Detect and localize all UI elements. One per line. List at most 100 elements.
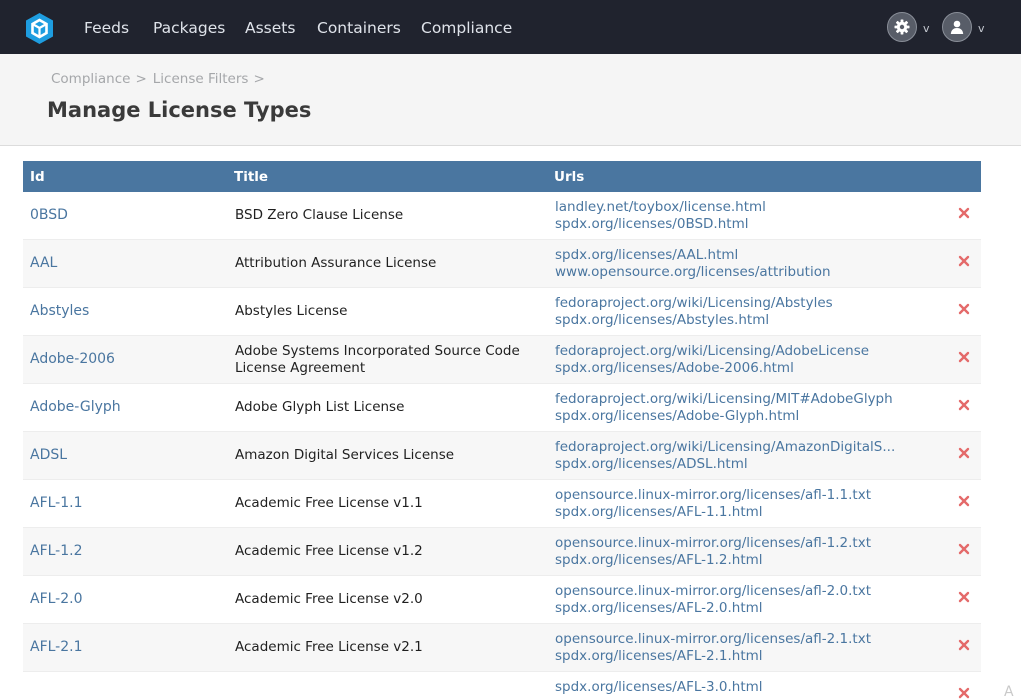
license-title: Attribution Assurance License <box>235 255 437 271</box>
license-url-link[interactable]: spdx.org/licenses/ADSL.html <box>555 456 935 473</box>
table-row: Abstyles Abstyles License fedoraproject.or… <box>23 288 981 336</box>
license-urls: opensource.linux-mirror.org/licenses/afl… <box>555 535 935 569</box>
table-row: 0BSD BSD Zero Clause License landley.net/t… <box>23 192 981 240</box>
license-urls: opensource.linux-mirror.org/licenses/afl… <box>555 583 935 617</box>
delete-icon[interactable] <box>957 590 971 604</box>
license-url-link[interactable]: spdx.org/licenses/Adobe-2006.html <box>555 360 935 377</box>
license-url-link[interactable]: spdx.org/licenses/Abstyles.html <box>555 312 935 329</box>
license-urls: fedoraproject.org/wiki/Licensing/AdobeLi… <box>555 343 935 377</box>
license-title: Adobe Glyph List License <box>235 399 405 415</box>
license-url-link[interactable]: opensource.linux-mirror.org/licenses/afl… <box>555 583 935 600</box>
license-url-link[interactable]: opensource.linux-mirror.org/licenses/afl… <box>555 535 935 552</box>
license-url-link[interactable]: fedoraproject.org/wiki/Licensing/AdobeLi… <box>555 343 935 360</box>
license-url-link[interactable]: opensource.linux-mirror.org/licenses/afl… <box>555 631 935 648</box>
license-id-link[interactable]: ADSL <box>30 447 67 463</box>
license-urls: fedoraproject.org/wiki/Licensing/Abstyle… <box>555 295 935 329</box>
license-urls: opensource.linux-mirror.org/licenses/afl… <box>555 487 935 521</box>
license-id-link[interactable]: AFL-1.2 <box>30 543 83 559</box>
table-row: ADSL Amazon Digital Services License fedor… <box>23 432 981 480</box>
breadcrumb-compliance[interactable]: Compliance <box>51 71 130 87</box>
license-id-link[interactable]: AFL-2.0 <box>30 591 83 607</box>
nav-containers[interactable]: Containers <box>317 18 401 38</box>
delete-icon[interactable] <box>957 446 971 460</box>
license-title: BSD Zero Clause License <box>235 207 404 223</box>
table-row: spdx.org/licenses/AFL-3.0.html <box>23 672 981 699</box>
license-url-link[interactable]: fedoraproject.org/wiki/Licensing/AmazonD… <box>555 439 935 456</box>
license-title: Amazon Digital Services License <box>235 447 455 463</box>
table-row: AAL Attribution Assurance License spdx.org… <box>23 240 981 288</box>
settings-menu-button[interactable] <box>887 12 917 42</box>
license-urls: landley.net/toybox/license.html spdx.org/… <box>555 199 935 233</box>
license-title: Academic Free License v2.1 <box>235 639 423 655</box>
table-row: AFL-2.1 Academic Free License v2.1 opensou… <box>23 624 981 672</box>
license-urls: spdx.org/licenses/AAL.html www.opensource… <box>555 247 935 281</box>
license-title: Abstyles License <box>235 303 348 319</box>
license-url-link[interactable]: opensource.linux-mirror.org/licenses/afl… <box>555 487 935 504</box>
delete-icon[interactable] <box>957 398 971 412</box>
table-row: Adobe-2006 Adobe Systems Incorporated Sou… <box>23 336 981 384</box>
table-row: Adobe-Glyph Adobe Glyph List License fedor… <box>23 384 981 432</box>
delete-icon[interactable] <box>957 206 971 220</box>
delete-icon[interactable] <box>957 542 971 556</box>
license-id-link[interactable]: AFL-1.1 <box>30 495 83 511</box>
license-types-table: Id Title Urls 0BSD BSD Zero Clause Licens… <box>23 161 981 699</box>
license-url-link[interactable]: landley.net/toybox/license.html <box>555 199 935 216</box>
column-header-title[interactable]: Title <box>234 169 268 185</box>
column-header-id[interactable]: Id <box>30 169 45 185</box>
delete-icon[interactable] <box>957 254 971 268</box>
table-row: AFL-1.1 Academic Free License v1.1 opensou… <box>23 480 981 528</box>
license-urls: fedoraproject.org/wiki/Licensing/MIT#Ado… <box>555 391 935 425</box>
license-id-link[interactable]: Adobe-2006 <box>30 351 115 367</box>
delete-icon[interactable] <box>957 686 971 699</box>
breadcrumb-separator: > <box>253 71 265 87</box>
table-row: AFL-1.2 Academic Free License v1.2 opensou… <box>23 528 981 576</box>
nav-compliance[interactable]: Compliance <box>421 18 512 38</box>
license-urls: spdx.org/licenses/AFL-3.0.html <box>555 679 935 696</box>
license-url-link[interactable]: www.opensource.org/licenses/attribution <box>555 264 935 281</box>
license-url-link[interactable]: fedoraproject.org/wiki/Licensing/MIT#Ado… <box>555 391 935 408</box>
table-header: Id Title Urls <box>23 161 981 192</box>
user-icon <box>950 20 964 34</box>
nav-assets[interactable]: Assets <box>245 18 295 38</box>
delete-icon[interactable] <box>957 302 971 316</box>
page-title: Manage License Types <box>47 98 312 122</box>
license-id-link[interactable]: Adobe-Glyph <box>30 399 121 415</box>
user-menu-button[interactable] <box>942 12 972 42</box>
license-urls: fedoraproject.org/wiki/Licensing/AmazonD… <box>555 439 935 473</box>
license-id-link[interactable]: AFL-2.1 <box>30 639 83 655</box>
license-url-link[interactable]: fedoraproject.org/wiki/Licensing/Abstyle… <box>555 295 935 312</box>
license-url-link[interactable]: spdx.org/licenses/AAL.html <box>555 247 935 264</box>
license-url-link[interactable]: spdx.org/licenses/AFL-2.1.html <box>555 648 935 665</box>
license-id-link[interactable]: Abstyles <box>30 303 89 319</box>
delete-icon[interactable] <box>957 494 971 508</box>
license-url-link[interactable]: spdx.org/licenses/Adobe-Glyph.html <box>555 408 935 425</box>
license-title: Academic Free License v1.1 <box>235 495 423 511</box>
license-url-link[interactable]: spdx.org/licenses/AFL-2.0.html <box>555 600 935 617</box>
breadcrumb-license-filters[interactable]: License Filters <box>153 71 249 87</box>
hexagon-logo-icon[interactable] <box>23 12 56 45</box>
watermark-text: A <box>1004 684 1014 700</box>
license-url-link[interactable]: spdx.org/licenses/AFL-3.0.html <box>555 679 935 696</box>
breadcrumb: Compliance > License Filters > <box>51 71 271 87</box>
license-urls: opensource.linux-mirror.org/licenses/afl… <box>555 631 935 665</box>
license-title: Academic Free License v2.0 <box>235 591 423 607</box>
delete-icon[interactable] <box>957 350 971 364</box>
page-header: Compliance > License Filters > Manage Licen… <box>0 54 1021 146</box>
license-id-link[interactable]: 0BSD <box>30 207 68 223</box>
column-header-urls[interactable]: Urls <box>554 169 584 185</box>
license-url-link[interactable]: spdx.org/licenses/AFL-1.1.html <box>555 504 935 521</box>
nav-feeds[interactable]: Feeds <box>84 18 129 38</box>
license-url-link[interactable]: spdx.org/licenses/0BSD.html <box>555 216 935 233</box>
delete-icon[interactable] <box>957 638 971 652</box>
settings-caret-icon[interactable]: v <box>923 23 930 35</box>
breadcrumb-separator: > <box>135 71 147 87</box>
nav-packages[interactable]: Packages <box>153 18 225 38</box>
user-caret-icon[interactable]: v <box>978 23 985 35</box>
table-row: AFL-2.0 Academic Free License v2.0 opensou… <box>23 576 981 624</box>
license-title: Academic Free License v1.2 <box>235 543 423 559</box>
license-url-link[interactable]: spdx.org/licenses/AFL-1.2.html <box>555 552 935 569</box>
gear-icon <box>894 19 910 35</box>
license-title: Adobe Systems Incorporated Source Code L… <box>235 343 520 376</box>
license-id-link[interactable]: AAL <box>30 255 57 271</box>
top-nav-bar: Feeds Packages Assets Containers Complia… <box>0 0 1021 54</box>
